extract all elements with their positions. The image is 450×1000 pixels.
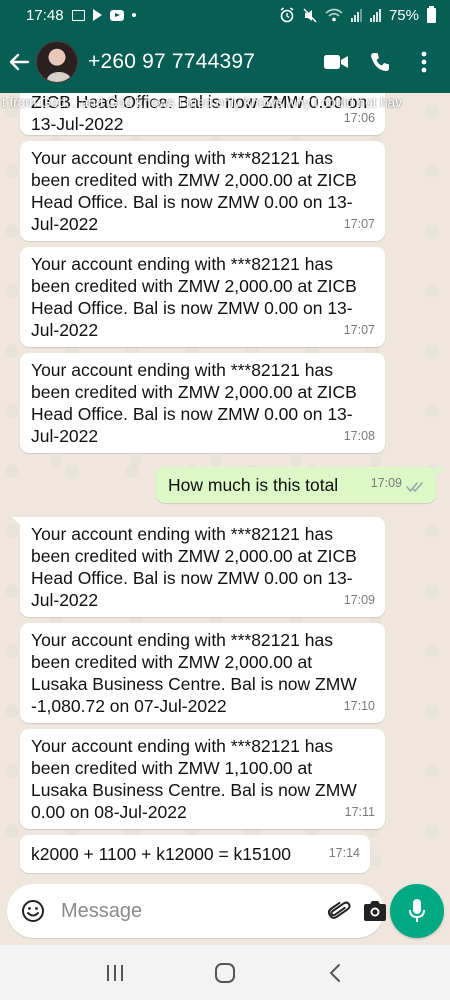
message-time: 17:09 [370,476,402,490]
status-left: 17:48 [26,7,136,24]
camera-button[interactable] [362,893,388,929]
gallery-notification-icon [71,9,85,21]
chat-header: +260 97 7744397 [0,30,450,93]
signal-icon-2 [369,8,381,22]
message-time: 17:08 [343,429,375,443]
home-icon [215,962,235,983]
message-bubble-incoming[interactable]: Your account ending with ***82121 has be… [20,247,385,347]
message-bubble-outgoing[interactable]: How much is this total 17:09 [156,467,444,503]
battery-percent: 75% [388,6,419,24]
status-caption-overlay: t from God... and God knows I tried only… [2,95,402,110]
message-text: Your account ending with ***82121 has be… [31,360,357,446]
message-composer [7,884,386,938]
message-text: k2000 + 1100 + k12000 = k15100 [31,844,291,864]
bubble-tail [434,467,444,477]
status-time: 17:48 [26,6,64,24]
video-call-icon [324,54,348,69]
bubble-tail [12,517,22,527]
more-notifications-icon [131,13,136,17]
message-bubble-incoming[interactable]: Your account ending with ***82121 has be… [12,517,385,617]
emoji-icon [22,900,44,922]
youtube-notification-icon [109,9,124,21]
message-bubble-incoming[interactable]: k2000 + 1100 + k12000 = k15100 17:14 [20,835,370,873]
contact-avatar[interactable] [36,40,78,83]
voice-record-button[interactable] [390,884,444,938]
attach-icon [327,901,351,919]
message-input[interactable] [45,891,326,931]
message-text: Your account ending with ***82121 has be… [31,254,357,340]
more-options-button[interactable] [402,40,446,84]
message-time: 17:07 [343,217,375,231]
mic-icon [409,899,425,922]
video-call-button[interactable] [314,40,358,84]
signal-icon-1 [350,8,362,22]
system-nav-bar [0,945,450,1000]
phone-icon [371,52,389,71]
recents-button[interactable] [85,948,145,998]
message-time: 17:11 [344,805,375,819]
message-time: 17:10 [343,699,375,713]
recents-icon [107,964,123,981]
back-arrow-icon [9,53,30,70]
message-time: 17:14 [328,846,360,860]
message-bubble-incoming[interactable]: Your account ending with ***82121 has be… [20,353,385,453]
mute-icon [303,7,317,23]
more-vert-icon [421,51,427,72]
message-bubble-incoming[interactable]: Your account ending with ***82121 has be… [20,623,385,723]
wifi-icon [325,8,343,22]
battery-icon [427,5,436,23]
message-text: How much is this total [168,475,339,495]
message-time: 17:09 [343,593,375,607]
attach-button[interactable] [326,893,352,929]
message-text: Your account ending with ***82121 has be… [31,736,357,822]
home-button[interactable] [195,948,255,998]
voice-call-button[interactable] [358,40,402,84]
status-right: 75% [279,5,436,24]
message-bubble-incoming[interactable]: Your account ending with ***82121 has be… [20,729,385,829]
message-text: Your account ending with ***82121 has be… [31,524,357,610]
message-text: Your account ending with ***82121 has be… [31,630,357,716]
message-time: 17:07 [343,323,375,337]
alarm-icon [280,7,294,23]
contact-name[interactable]: +260 97 7744397 [88,50,314,74]
back-button[interactable] [2,42,36,82]
nav-back-button[interactable] [305,948,365,998]
play-notification-icon [92,9,102,21]
delivered-check-icon [406,482,423,493]
status-bar: 17:48 75% [0,0,450,30]
camera-icon [364,901,386,921]
emoji-button[interactable] [21,898,45,924]
back-icon [329,963,340,982]
message-bubble-incoming[interactable]: Your account ending with ***82121 has be… [20,141,385,241]
chat-area[interactable]: t from God... and God knows I tried only… [0,93,450,880]
message-text: Your account ending with ***82121 has be… [31,148,357,234]
